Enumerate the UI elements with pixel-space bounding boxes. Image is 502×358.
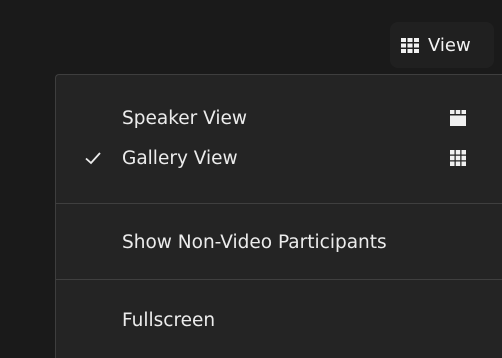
menu-item-gallery-view[interactable]: Gallery View — [56, 139, 502, 177]
view-button-label: View — [428, 34, 471, 56]
gallery-view-icon — [450, 150, 466, 166]
checkmark-icon — [85, 152, 101, 165]
speaker-view-icon — [450, 110, 466, 126]
menu-item-label: Show Non-Video Participants — [122, 231, 387, 253]
view-button[interactable]: View — [390, 22, 494, 68]
grid-icon — [401, 37, 419, 53]
menu-divider — [56, 279, 502, 280]
meeting-window: View Speaker View Gallery View Show Non-… — [0, 0, 502, 358]
menu-item-speaker-view[interactable]: Speaker View — [56, 99, 502, 137]
view-menu: Speaker View Gallery View Show Non-Video… — [55, 74, 502, 358]
menu-divider — [56, 203, 502, 204]
menu-item-label: Speaker View — [122, 107, 248, 129]
menu-item-fullscreen[interactable]: Fullscreen — [56, 301, 502, 339]
menu-item-label: Fullscreen — [122, 309, 216, 331]
menu-item-label: Gallery View — [122, 147, 238, 169]
menu-item-show-non-video-participants[interactable]: Show Non-Video Participants — [56, 223, 502, 261]
